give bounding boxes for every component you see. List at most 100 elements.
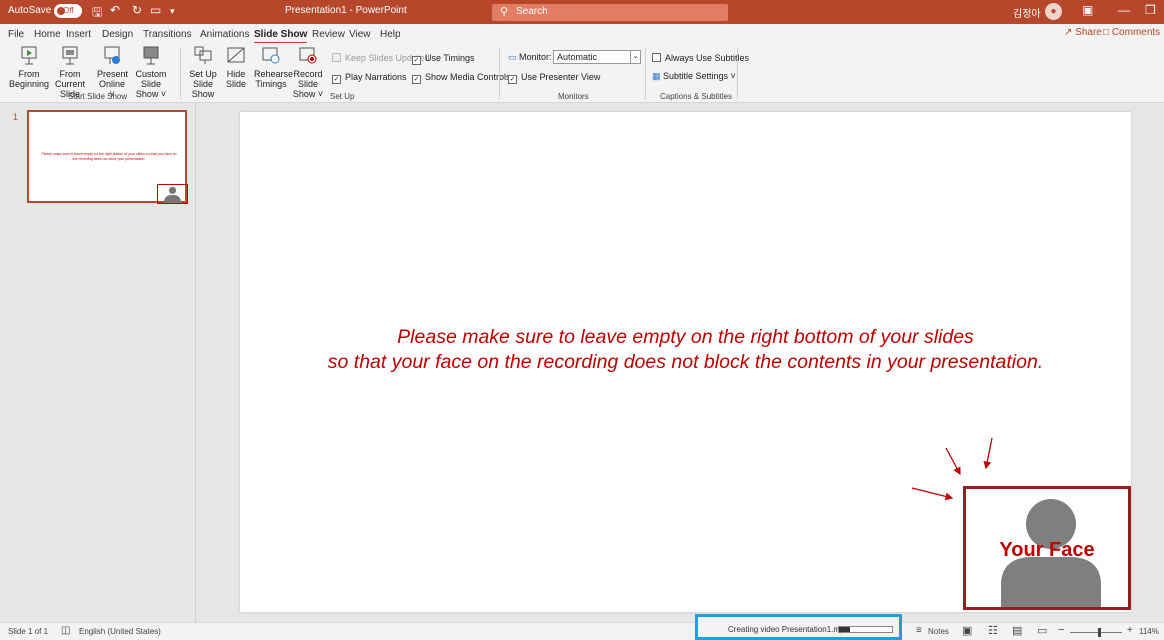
video-progress-fill <box>839 627 850 632</box>
group-label-start-slide-show: Start Slide Show <box>68 92 128 101</box>
monitor-select-value: Automatic <box>557 52 598 62</box>
record-label-1: Record Slide <box>293 69 323 89</box>
always-use-subtitles-checkbox[interactable]: Always Use Subtitles <box>652 53 749 63</box>
custom-slide-show-label-1: Custom Slide <box>135 69 167 89</box>
chevron-down-icon: ⌄ <box>630 51 640 63</box>
zoom-in-icon[interactable]: + <box>1127 625 1133 636</box>
customize-toolbar-icon[interactable]: ▾ <box>170 6 175 17</box>
minimize-icon[interactable]: — <box>1118 3 1130 17</box>
ribbon-display-icon[interactable]: ▣ <box>1082 3 1093 17</box>
autosave-toggle[interactable]: Off <box>54 4 82 18</box>
monitor-label-text: Monitor: <box>519 52 552 62</box>
hide-slide-label-1: Hide <box>226 69 246 79</box>
redo-icon[interactable]: ↻ <box>132 3 142 17</box>
use-presenter-view-checkbox[interactable]: ✓ Use Presenter View <box>508 72 600 84</box>
user-name[interactable]: 김정아 <box>1013 5 1041 20</box>
group-divider <box>180 47 181 99</box>
subtitle-settings-label: Subtitle Settings ˅ <box>663 71 736 81</box>
tab-design[interactable]: Design <box>102 29 133 40</box>
from-beginning-icon <box>21 46 37 65</box>
video-progress-highlight: Creating video Presentation1.mp4 <box>695 614 902 640</box>
zoom-out-icon[interactable]: − <box>1058 624 1064 636</box>
reading-view-icon[interactable]: ▤ <box>1012 624 1022 637</box>
document-title: Presentation1 - PowerPoint <box>285 5 407 16</box>
notes-icon[interactable]: ≡ <box>916 625 922 636</box>
rehearse-timings-button[interactable]: Rehearse Timings <box>254 46 293 89</box>
hide-slide-icon <box>227 47 245 63</box>
from-beginning-button[interactable]: From Beginning <box>5 46 53 89</box>
group-label-set-up: Set Up <box>330 92 355 101</box>
zoom-slider[interactable] <box>1070 632 1122 633</box>
use-timings-checkbox[interactable]: ✓ Use Timings <box>412 53 475 65</box>
record-slide-show-icon <box>299 47 317 64</box>
record-label-2: Show ˅ <box>292 89 324 99</box>
accessibility-icon[interactable]: ◫ <box>61 625 70 636</box>
restore-icon[interactable]: ❐ <box>1145 3 1156 17</box>
avatar[interactable]: ● <box>1045 3 1062 20</box>
custom-slide-show-button[interactable]: Custom Slide Show ˅ <box>128 46 174 99</box>
tab-animations[interactable]: Animations <box>200 29 249 40</box>
zoom-level[interactable]: 114% <box>1139 627 1159 636</box>
group-label-monitors: Monitors <box>558 92 589 101</box>
tab-transitions[interactable]: Transitions <box>143 29 192 40</box>
tab-view[interactable]: View <box>349 29 371 40</box>
zoom-slider-thumb[interactable] <box>1098 628 1101 637</box>
language-status[interactable]: English (United States) <box>79 627 161 636</box>
comments-label: Comments <box>1111 27 1161 38</box>
checkmark-icon: ✓ <box>412 56 421 65</box>
undo-icon[interactable]: ↶ <box>110 3 120 17</box>
slide-text-line-2: so that your face on the recording does … <box>327 351 1044 373</box>
show-media-controls-label: Show Media Controls <box>425 72 511 82</box>
subtitle-settings-icon: ▦ <box>652 71 664 81</box>
tab-home[interactable]: Home <box>34 29 61 40</box>
slide-thumbnail[interactable]: Please make sure to leave empty on the r… <box>27 110 188 204</box>
search-box[interactable]: ⚲ Search <box>492 4 728 21</box>
use-timings-label: Use Timings <box>425 53 475 63</box>
monitor-label: ▭ Monitor: <box>508 52 552 63</box>
checkmark-icon: ✓ <box>508 75 517 84</box>
custom-slide-show-label-2: Show ˅ <box>135 89 167 99</box>
show-media-controls-checkbox[interactable]: ✓ Show Media Controls <box>412 72 511 84</box>
rehearse-timings-icon <box>262 47 280 64</box>
hide-slide-button[interactable]: Hide Slide <box>224 46 248 89</box>
from-beginning-label-2: Beginning <box>8 79 50 89</box>
from-beginning-label-1: From <box>18 69 40 79</box>
group-divider <box>645 47 646 99</box>
title-bar: AutoSave Off 🖫 ↶ ↻ ▭ ▾ Presentation1 - P… <box>0 0 1164 24</box>
slide-instruction-text[interactable]: Please make sure to leave empty on the r… <box>240 325 1131 375</box>
slide-sorter-icon[interactable]: ☷ <box>988 624 998 637</box>
tab-file[interactable]: File <box>8 29 24 40</box>
checkmark-icon: ✓ <box>332 75 341 84</box>
slide-show-icon[interactable]: ▭ <box>1037 624 1047 637</box>
present-online-icon <box>104 46 120 64</box>
subtitle-settings-button[interactable]: ▦ Subtitle Settings ˅ <box>652 71 736 82</box>
notes-button[interactable]: Notes <box>928 627 949 636</box>
creating-video-status: Creating video Presentation1.mp4 <box>728 625 849 634</box>
share-icon: ↗ <box>1064 27 1076 38</box>
present-icon[interactable]: ▭ <box>150 3 161 17</box>
present-online-label-1: Present <box>97 69 129 79</box>
your-face-box[interactable]: Your Face <box>963 486 1131 610</box>
normal-view-icon[interactable]: ▣ <box>962 624 972 637</box>
tab-insert[interactable]: Insert <box>66 29 91 40</box>
tab-help[interactable]: Help <box>380 29 401 40</box>
thumbnail-text: Please make sure to leave empty on the r… <box>41 152 177 161</box>
set-up-slide-show-icon <box>194 46 212 64</box>
hide-slide-label-2: Slide <box>225 79 246 89</box>
share-button[interactable]: ↗ Share <box>1064 27 1102 38</box>
monitor-select[interactable]: Automatic ⌄ <box>553 50 641 64</box>
your-face-label: Your Face <box>999 539 1095 561</box>
save-icon[interactable]: 🖫 <box>92 3 102 24</box>
record-slide-show-button[interactable]: Record Slide Show ˅ <box>287 46 329 99</box>
play-narrations-checkbox[interactable]: ✓ Play Narrations <box>332 72 407 84</box>
tab-slide-show[interactable]: Slide Show <box>254 29 308 44</box>
tab-review[interactable]: Review <box>312 29 345 40</box>
monitor-icon: ▭ <box>508 52 520 62</box>
set-up-slide-show-button[interactable]: Set Up Slide Show <box>186 46 220 99</box>
checkmark-icon: ✓ <box>412 75 421 84</box>
search-icon: ⚲ <box>500 6 509 18</box>
comments-button[interactable]: □ Comments <box>1103 27 1160 38</box>
checkbox-box <box>332 53 341 62</box>
status-bar: Slide 1 of 1 ◫ English (United States) ≡… <box>0 622 1164 640</box>
ribbon-tabs: File Home Insert Design Transitions Anim… <box>0 24 1164 44</box>
